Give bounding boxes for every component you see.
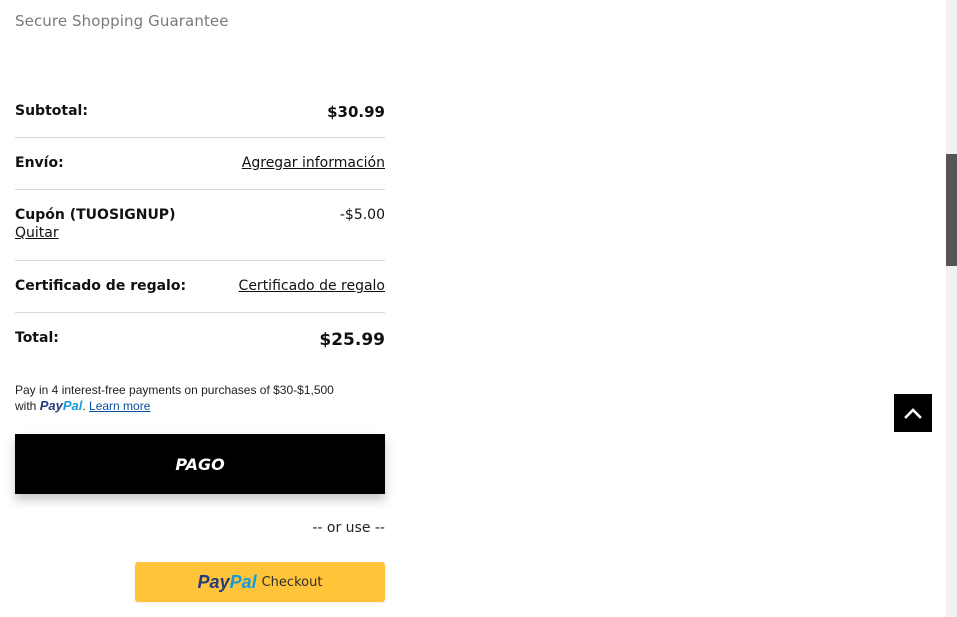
paylater-line1: Pay in 4 interest-free payments on purch…: [15, 383, 334, 397]
shipping-row: Envío: Agregar información: [15, 138, 385, 190]
pago-checkout-button[interactable]: PAGO: [15, 434, 385, 494]
shipping-label: Envío:: [15, 155, 64, 171]
gift-certificate-link[interactable]: Certificado de regalo: [239, 278, 385, 294]
paypal-checkout-logo: PayPal: [198, 572, 257, 593]
paypal-checkout-button[interactable]: PayPal Checkout: [135, 562, 385, 602]
learn-more-link[interactable]: Learn more: [89, 399, 150, 413]
subtotal-label: Subtotal:: [15, 103, 88, 119]
paypal-checkout-pay: Pay: [197, 571, 230, 592]
or-use-divider: -- or use --: [312, 520, 385, 536]
paylater-with: with: [15, 399, 37, 413]
total-value: $25.99: [319, 330, 385, 350]
scrollbar-track[interactable]: [946, 0, 957, 617]
add-shipping-info-link[interactable]: Agregar información: [242, 155, 385, 171]
total-row: Total: $25.99: [15, 313, 385, 365]
secure-shopping-guarantee: Secure Shopping Guarantee: [15, 12, 229, 30]
scrollbar-thumb[interactable]: [946, 154, 957, 266]
order-summary: Subtotal: $30.99 Envío: Agregar informac…: [15, 86, 385, 365]
subtotal-value: $30.99: [327, 103, 385, 121]
back-to-top-button[interactable]: [894, 394, 932, 432]
paypal-logo-pay: Pay: [39, 398, 63, 413]
paypal-checkout-label: Checkout: [261, 574, 323, 590]
gift-certificate-label: Certificado de regalo:: [15, 278, 187, 294]
paypal-logo: PayPal: [40, 398, 83, 413]
subtotal-row: Subtotal: $30.99: [15, 86, 385, 138]
paypal-logo-pal: Pal: [62, 398, 83, 413]
paylater-period: .: [82, 399, 86, 413]
paylater-line2: with PayPal. Learn more: [15, 398, 385, 414]
coupon-info: Cupón (TUOSIGNUP) Quitar: [15, 207, 175, 241]
chevron-up-icon: [904, 408, 922, 419]
remove-coupon-link[interactable]: Quitar: [15, 225, 175, 241]
coupon-value: -$5.00: [339, 207, 385, 223]
coupon-label: Cupón (TUOSIGNUP): [15, 207, 176, 223]
total-label: Total:: [15, 330, 59, 346]
paypal-checkout-pal: Pal: [229, 571, 257, 592]
gift-certificate-row: Certificado de regalo: Certificado de re…: [15, 261, 385, 313]
paypal-pay-later-message: Pay in 4 interest-free payments on purch…: [15, 382, 385, 414]
coupon-row: Cupón (TUOSIGNUP) Quitar -$5.00: [15, 190, 385, 261]
